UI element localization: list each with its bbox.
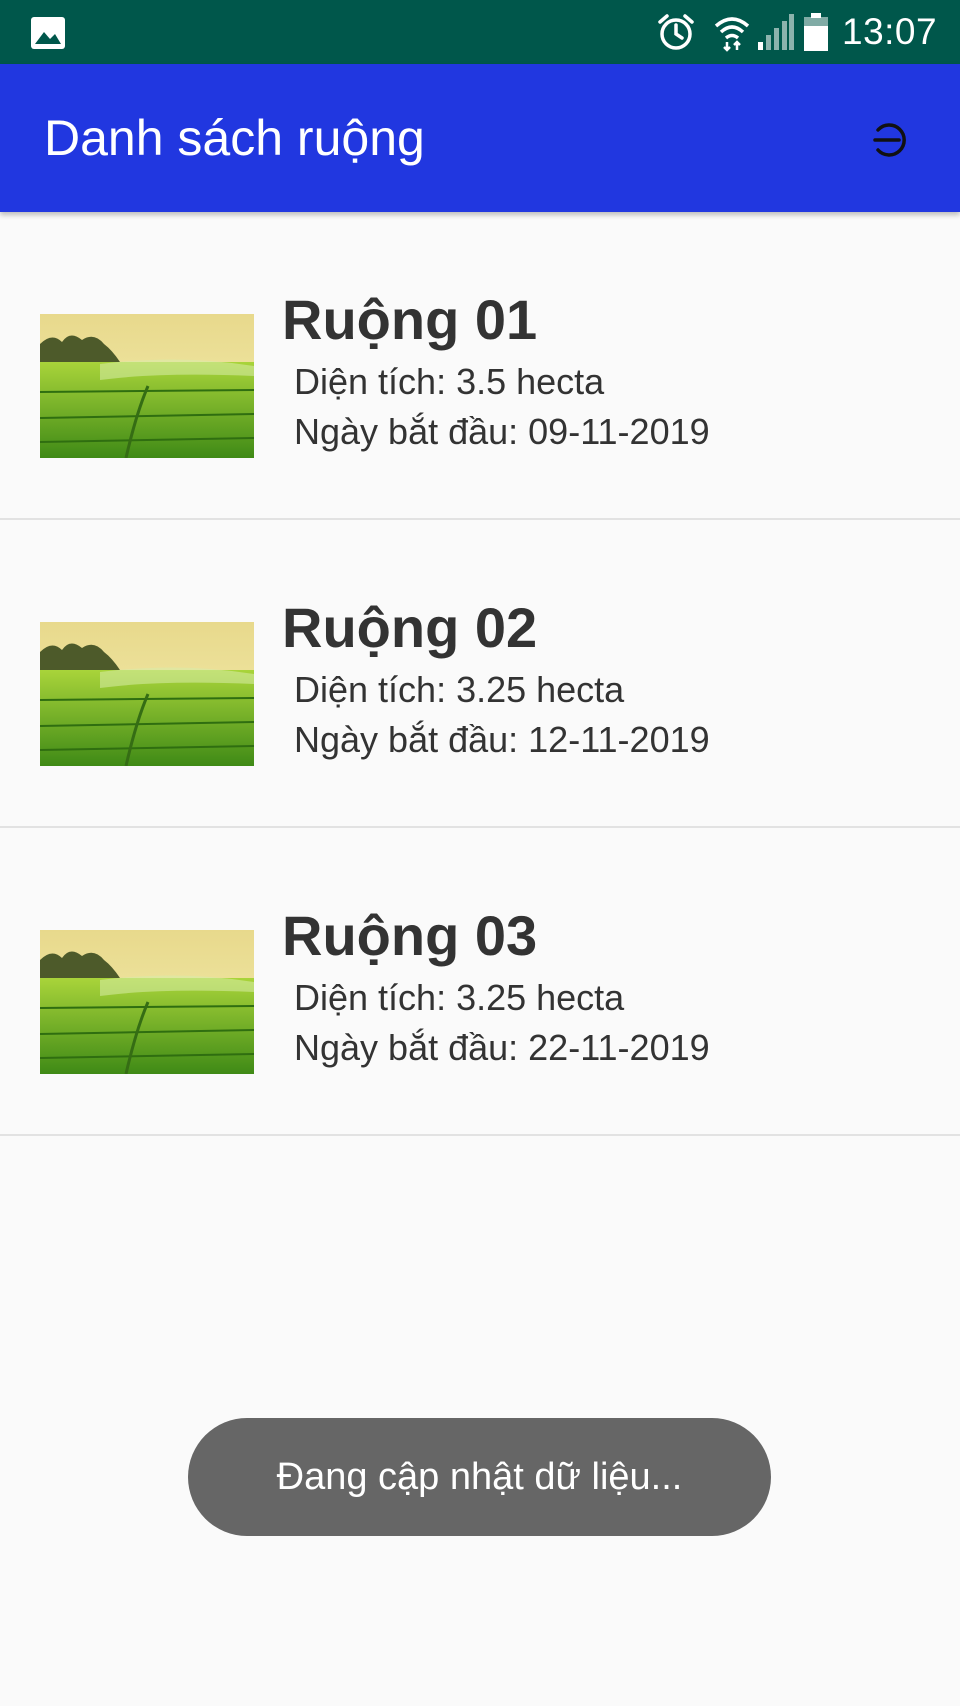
wifi-icon (714, 17, 750, 52)
field-start-date: Ngày bắt đầu: 09-11-2019 (294, 411, 710, 452)
list-item[interactable]: Ruộng 01 Diện tích: 3.5 hecta Ngày bắt đ… (0, 212, 960, 520)
toast-message: Đang cập nhật dữ liệu... (188, 1418, 771, 1536)
logout-icon[interactable] (866, 116, 914, 164)
field-name: Ruộng 01 (282, 288, 538, 351)
field-area: Diện tích: 3.25 hecta (294, 977, 625, 1018)
status-bar: 13:07 (0, 0, 960, 64)
rice-field-photo (40, 314, 254, 458)
field-name: Ruộng 03 (282, 904, 538, 967)
battery-icon (804, 13, 828, 51)
alarm-icon (658, 14, 694, 50)
field-list: Ruộng 01 Diện tích: 3.5 hecta Ngày bắt đ… (0, 212, 960, 1136)
rice-field-photo (40, 622, 254, 766)
status-clock: 13:07 (842, 11, 938, 52)
field-area: Diện tích: 3.5 hecta (294, 361, 605, 402)
field-start-date: Ngày bắt đầu: 22-11-2019 (294, 1027, 710, 1068)
list-item[interactable]: Ruộng 03 Diện tích: 3.25 hecta Ngày bắt … (0, 828, 960, 1136)
rice-field-photo (40, 930, 254, 1074)
field-area: Diện tích: 3.25 hecta (294, 669, 625, 710)
field-start-date: Ngày bắt đầu: 12-11-2019 (294, 719, 710, 760)
app-bar: Danh sách ruộng (0, 64, 960, 212)
signal-icon (758, 14, 794, 50)
list-item[interactable]: Ruộng 02 Diện tích: 3.25 hecta Ngày bắt … (0, 520, 960, 828)
gallery-icon (31, 17, 65, 49)
field-name: Ruộng 02 (282, 596, 538, 659)
page-title: Danh sách ruộng (44, 110, 425, 166)
